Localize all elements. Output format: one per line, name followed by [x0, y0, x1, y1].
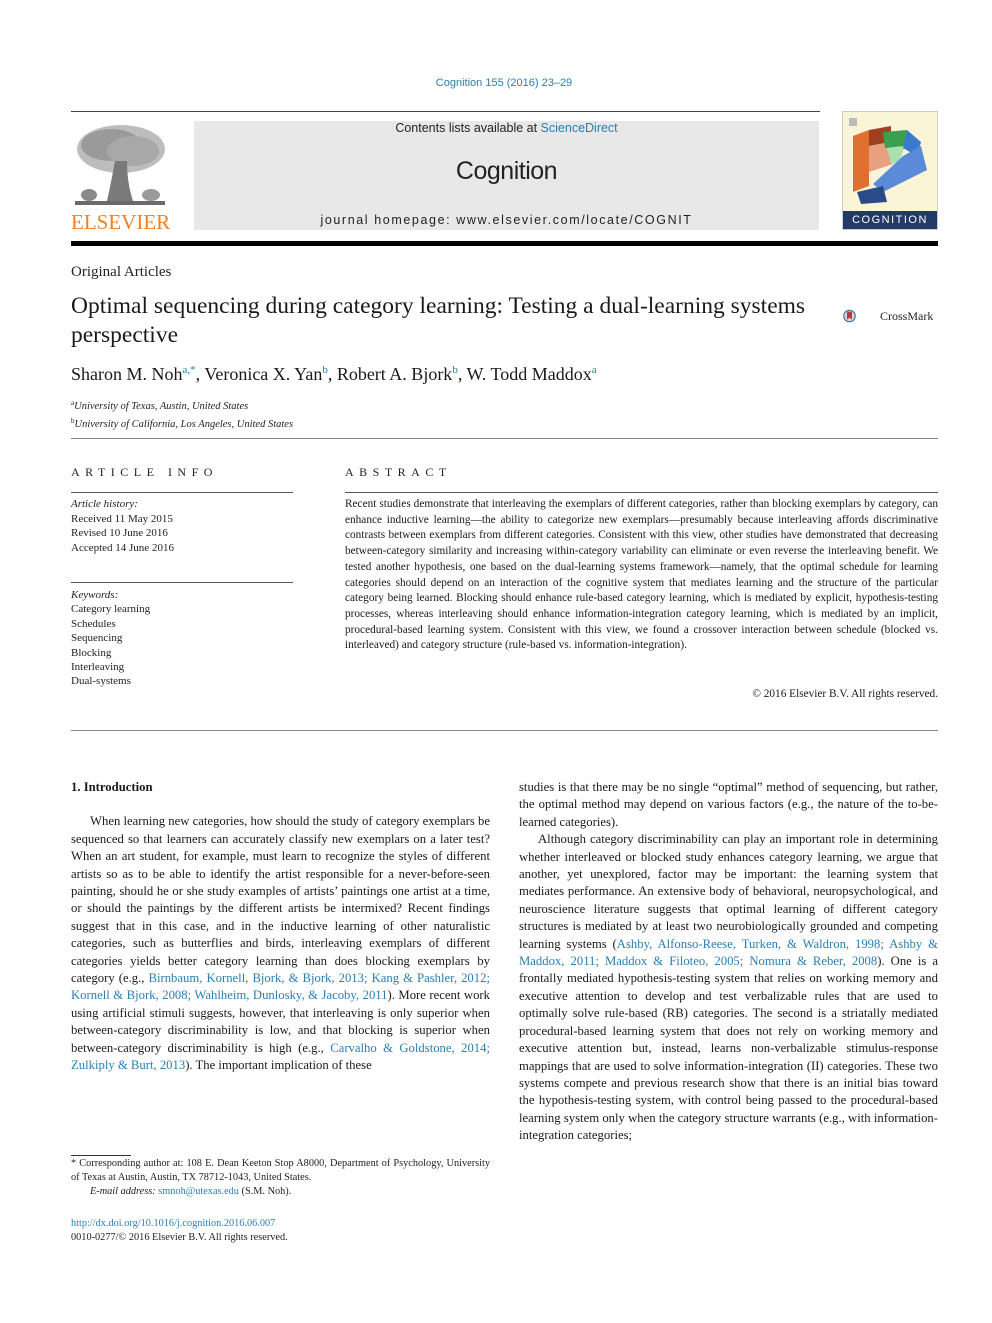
body-column-right: studies is that there may be no single “… [519, 779, 938, 1145]
contents-available: Contents lists available at ScienceDirec… [194, 121, 819, 135]
sciencedirect-link[interactable]: ScienceDirect [541, 121, 618, 135]
elsevier-logo-text[interactable]: ELSEVIER [71, 210, 170, 235]
keywords-label: Keywords: [71, 589, 119, 601]
contents-prefix: Contents lists available at [395, 121, 541, 135]
doi-link[interactable]: http://dx.doi.org/10.1016/j.cognition.20… [71, 1218, 275, 1229]
header-top-rule [71, 111, 820, 112]
author-name[interactable]: Veronica X. Yan [204, 364, 322, 384]
footnote-rule [71, 1155, 131, 1156]
journal-cover-thumbnail[interactable]: COGNITION [842, 111, 938, 230]
cover-title: COGNITION [843, 211, 937, 229]
keywords: Keywords: Category learning Schedules Se… [71, 588, 150, 689]
keyword-item: Sequencing [71, 632, 123, 645]
keyword-item: Interleaving [71, 661, 125, 674]
affiliation-text: University of California, Los Angeles, U… [74, 419, 294, 430]
affiliations: aUniversity of Texas, Austin, United Sta… [71, 396, 293, 432]
history-label: Article history: [71, 498, 138, 510]
doi-block: http://dx.doi.org/10.1016/j.cognition.20… [71, 1217, 288, 1245]
email-link[interactable]: smnoh@utexas.edu [158, 1186, 239, 1197]
cognition-cover-art-icon [849, 118, 927, 204]
history-item: Revised 10 June 2016 [71, 527, 168, 539]
intro-paragraph: When learning new categories, how should… [71, 813, 490, 1074]
intro-paragraph-continued: studies is that there may be no single “… [519, 780, 938, 829]
issn-copyright: 0010-0277/© 2016 Elsevier B.V. All right… [71, 1232, 288, 1244]
history-item: Received 11 May 2015 [71, 512, 173, 525]
author-name[interactable]: W. Todd Maddox [467, 364, 592, 384]
crossmark-icon[interactable] [843, 298, 879, 334]
journal-name[interactable]: Cognition [194, 157, 819, 186]
body-column-left: 1. Introduction When learning new catego… [71, 779, 490, 1075]
paragraph-text: ). The important implication of these [185, 1058, 372, 1073]
paragraph-text: ). One is a frontally mediated hypothesi… [519, 954, 938, 1143]
abstract-rule [345, 492, 938, 493]
article-info-rule [71, 492, 293, 493]
article-title: Optimal sequencing during category learn… [71, 293, 806, 348]
keyword-item: Category learning [71, 603, 151, 616]
section-heading-introduction: 1. Introduction [71, 780, 153, 794]
elsevier-tree-logo-icon [71, 121, 169, 209]
email-label: E-mail address: [90, 1186, 159, 1198]
article-info-heading: ARTICLE INFO [71, 465, 218, 479]
keyword-item: Blocking [71, 646, 112, 659]
affiliation-item: bUniversity of California, Los Angeles, … [71, 414, 293, 432]
email-line: E-mail address: smnoh@utexas.edu (S.M. N… [71, 1185, 490, 1199]
author-affil-sup[interactable]: a,* [183, 364, 196, 376]
paragraph-text: When learning new categories, how should… [71, 814, 490, 986]
abstract-heading: ABSTRACT [345, 465, 452, 479]
affiliation-item: aUniversity of Texas, Austin, United Sta… [71, 396, 293, 414]
history-item: Accepted 14 June 2016 [71, 541, 174, 554]
journal-homepage[interactable]: journal homepage: www.elsevier.com/locat… [194, 213, 819, 227]
email-suffix: (S.M. Noh). [238, 1186, 292, 1198]
intro-paragraph: Although category discriminability can p… [519, 831, 938, 1144]
abstract-text: Recent studies demonstrate that interlea… [345, 498, 938, 652]
keywords-rule [71, 582, 293, 583]
author-list: Sharon M. Noha,*, Veronica X. Yanb, Robe… [71, 364, 597, 385]
keyword-item: Schedules [71, 617, 116, 630]
keyword-item: Dual-systems [71, 675, 131, 688]
author-name[interactable]: Sharon M. Noh [71, 364, 183, 384]
crossmark-label[interactable]: CrossMark [880, 309, 933, 324]
affiliation-text: University of Texas, Austin, United Stat… [74, 401, 249, 412]
header-bottom-rule [71, 241, 938, 246]
abstract-copyright: © 2016 Elsevier B.V. All rights reserved… [752, 688, 938, 700]
title-divider [71, 438, 938, 439]
article-history: Article history: Received 11 May 2015 Re… [71, 497, 174, 555]
corresponding-author-note: * Corresponding author at: 108 E. Dean K… [71, 1158, 490, 1184]
abstract-divider [71, 730, 938, 731]
footnote-corresponding-author: * Corresponding author at: 108 E. Dean K… [71, 1157, 490, 1200]
section-type: Original Articles [71, 264, 172, 280]
author-separator: , [327, 364, 337, 384]
author-affil-sup[interactable]: a [592, 364, 597, 376]
journal-citation-link[interactable]: Cognition 155 (2016) 23–29 [0, 77, 992, 89]
author-name[interactable]: Robert A. Bjork [337, 364, 453, 384]
author-separator: , [457, 364, 467, 384]
paragraph-text: Although category discriminability can p… [519, 832, 938, 951]
